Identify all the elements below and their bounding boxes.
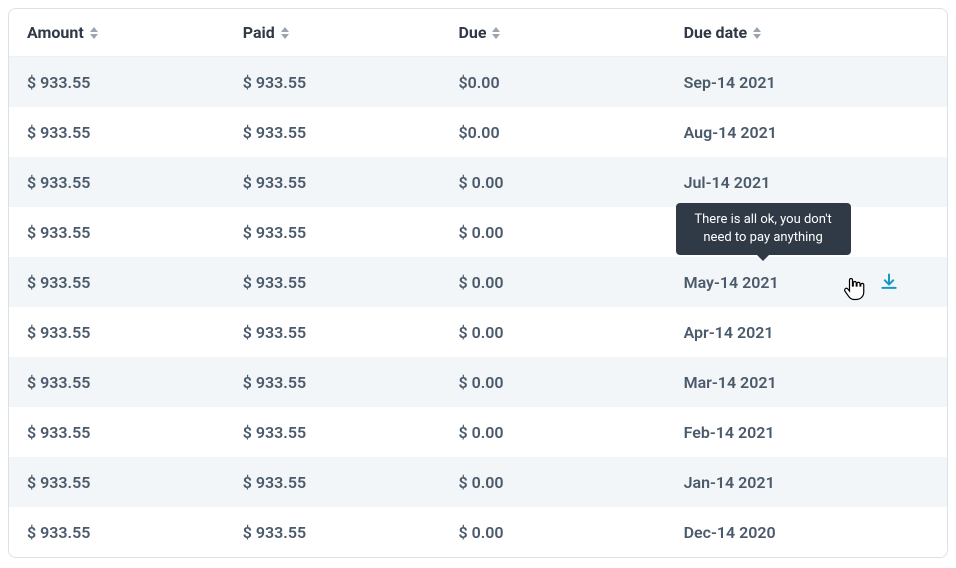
cell-due: $0.00 xyxy=(440,107,665,157)
table-row[interactable]: $ 933.55 $ 933.55 $ 0.00 Apr-14 2021 xyxy=(9,307,947,357)
table-row[interactable]: $ 933.55 $ 933.55 $ 0.00 There is all ok… xyxy=(9,257,947,307)
header-due[interactable]: Due xyxy=(440,9,665,57)
cell-due: $ 0.00 xyxy=(440,207,665,257)
due-date-text: Dec-14 2020 xyxy=(684,523,776,542)
cell-due-date xyxy=(666,207,947,257)
cell-due-date: Dec-14 2020 xyxy=(666,507,947,557)
due-date-text: Jan-14 2021 xyxy=(684,473,775,492)
cell-due-date: Jan-14 2021 xyxy=(666,457,947,507)
header-paid[interactable]: Paid xyxy=(225,9,441,57)
cell-due: $ 0.00 xyxy=(440,457,665,507)
cell-paid: $ 933.55 xyxy=(225,357,441,407)
cell-due: $ 0.00 xyxy=(440,507,665,557)
cell-paid: $ 933.55 xyxy=(225,507,441,557)
cell-due: $0.00 xyxy=(440,57,665,108)
table-row[interactable]: $ 933.55 $ 933.55 $ 0.00 Mar-14 2021 xyxy=(9,357,947,407)
due-date-text: Aug-14 2021 xyxy=(684,123,777,142)
cell-due: $ 0.00 xyxy=(440,257,665,307)
cell-due-date: Sep-14 2021 xyxy=(666,57,947,108)
cell-paid: $ 933.55 xyxy=(225,107,441,157)
due-date-text: Feb-14 2021 xyxy=(684,423,775,442)
cell-amount: $ 933.55 xyxy=(9,457,225,507)
header-paid-label: Paid xyxy=(243,23,275,42)
cell-due: $ 0.00 xyxy=(440,407,665,457)
due-date-text: Mar-14 2021 xyxy=(684,373,777,392)
cell-paid: $ 933.55 xyxy=(225,57,441,108)
table-body: $ 933.55 $ 933.55 $0.00 Sep-14 2021 $ 93… xyxy=(9,57,947,558)
header-amount[interactable]: Amount xyxy=(9,9,225,57)
cell-due-date: Mar-14 2021 xyxy=(666,357,947,407)
cell-paid: $ 933.55 xyxy=(225,157,441,207)
table-row[interactable]: $ 933.55 $ 933.55 $ 0.00 Jan-14 2021 xyxy=(9,457,947,507)
cell-amount: $ 933.55 xyxy=(9,357,225,407)
cell-amount: $ 933.55 xyxy=(9,157,225,207)
cell-paid: $ 933.55 xyxy=(225,307,441,357)
cell-due-date: There is all ok, you don't need to pay a… xyxy=(666,257,947,307)
due-date-text: Jul-14 2021 xyxy=(684,173,771,192)
header-due-label: Due xyxy=(458,23,486,42)
table-header-row: Amount Paid Due Due date xyxy=(9,9,947,57)
header-due-date[interactable]: Due date xyxy=(666,9,947,57)
table-row[interactable]: $ 933.55 $ 933.55 $ 0.00 Dec-14 2020 xyxy=(9,507,947,557)
cell-due-date: Apr-14 2021 xyxy=(666,307,947,357)
cell-due: $ 0.00 xyxy=(440,357,665,407)
cell-amount: $ 933.55 xyxy=(9,207,225,257)
download-icon[interactable] xyxy=(879,272,899,292)
payments-table: Amount Paid Due Due date xyxy=(9,9,947,557)
table-row[interactable]: $ 933.55 $ 933.55 $ 0.00 Feb-14 2021 xyxy=(9,407,947,457)
table-row[interactable]: $ 933.55 $ 933.55 $ 0.00 xyxy=(9,207,947,257)
header-due-date-label: Due date xyxy=(684,23,748,42)
cell-due: $ 0.00 xyxy=(440,307,665,357)
cell-amount: $ 933.55 xyxy=(9,307,225,357)
payments-table-container: Amount Paid Due Due date xyxy=(8,8,948,558)
cell-paid: $ 933.55 xyxy=(225,407,441,457)
cell-amount: $ 933.55 xyxy=(9,257,225,307)
table-row[interactable]: $ 933.55 $ 933.55 $0.00 Aug-14 2021 xyxy=(9,107,947,157)
cell-due: $ 0.00 xyxy=(440,157,665,207)
due-date-text: Sep-14 2021 xyxy=(684,73,776,92)
pointer-cursor-icon xyxy=(842,275,866,303)
header-amount-label: Amount xyxy=(27,23,84,42)
cell-paid: $ 933.55 xyxy=(225,257,441,307)
cell-due-date: Feb-14 2021 xyxy=(666,407,947,457)
table-row[interactable]: $ 933.55 $ 933.55 $ 0.00 Jul-14 2021 xyxy=(9,157,947,207)
cell-amount: $ 933.55 xyxy=(9,407,225,457)
cell-amount: $ 933.55 xyxy=(9,507,225,557)
due-date-text: May-14 2021 xyxy=(684,273,779,292)
cell-due-date: Jul-14 2021 xyxy=(666,157,947,207)
cell-amount: $ 933.55 xyxy=(9,107,225,157)
table-row[interactable]: $ 933.55 $ 933.55 $0.00 Sep-14 2021 xyxy=(9,57,947,108)
cell-paid: $ 933.55 xyxy=(225,457,441,507)
due-date-text: Apr-14 2021 xyxy=(684,323,774,342)
cell-amount: $ 933.55 xyxy=(9,57,225,108)
cell-paid: $ 933.55 xyxy=(225,207,441,257)
cell-due-date: Aug-14 2021 xyxy=(666,107,947,157)
